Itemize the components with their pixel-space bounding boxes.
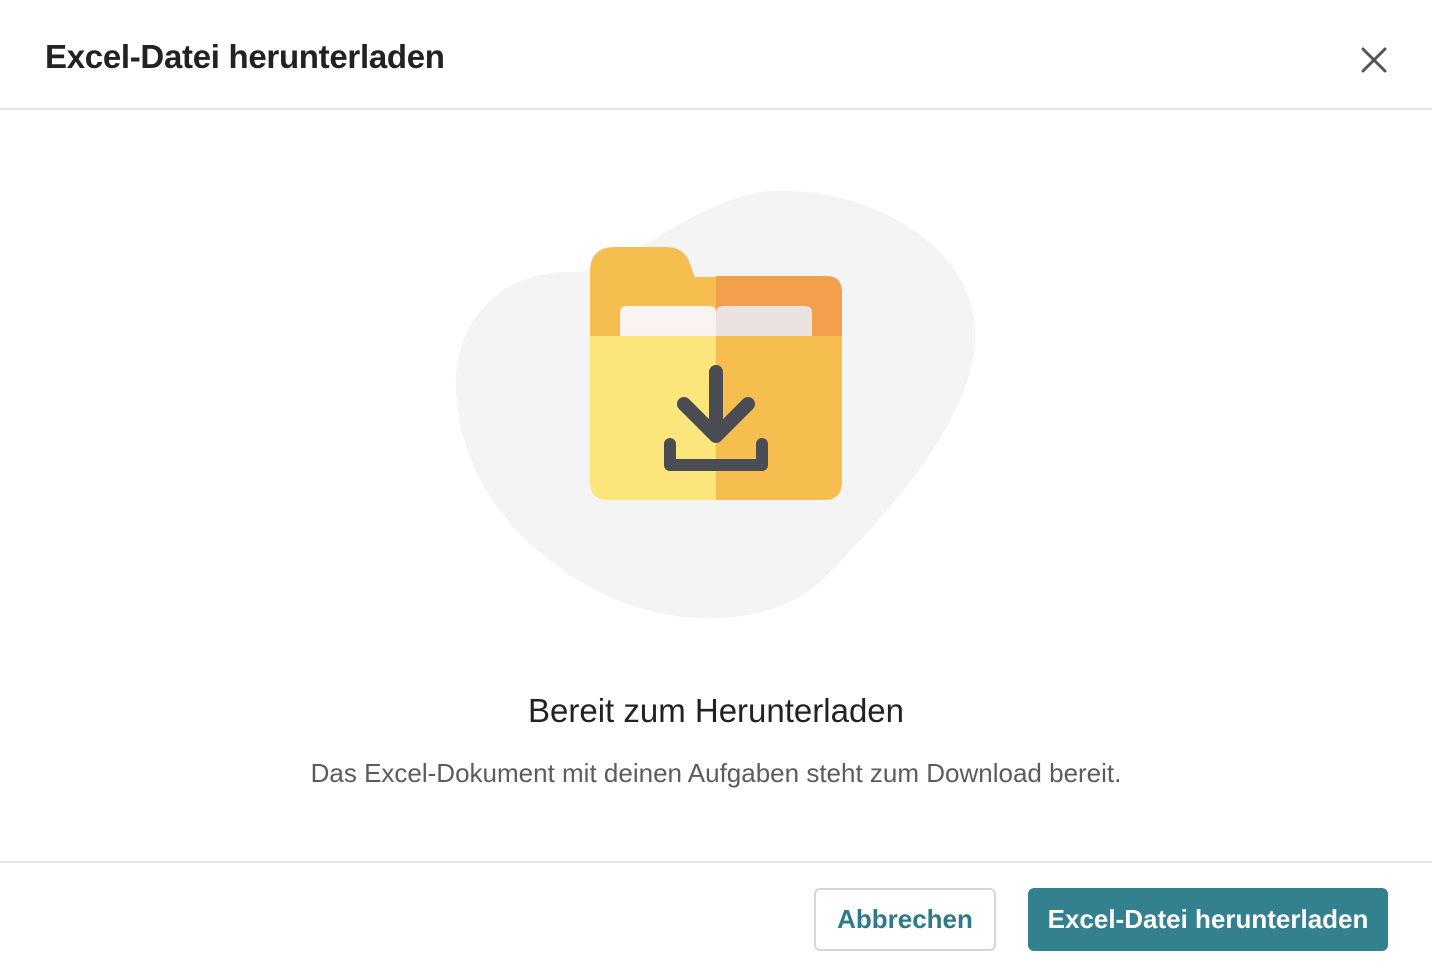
download-button[interactable]: Excel-Datei herunterladen xyxy=(1028,888,1388,951)
dialog-title: Excel-Datei herunterladen xyxy=(45,38,445,75)
dialog-header: Excel-Datei herunterladen xyxy=(0,0,1432,110)
folder-download-icon xyxy=(455,190,976,619)
cancel-button[interactable]: Abbrechen xyxy=(814,888,996,951)
download-dialog: Excel-Datei herunterladen Bereit zum Her… xyxy=(0,0,1432,972)
status-heading: Bereit zum Herunterladen xyxy=(527,692,905,729)
status-description: Das Excel-Dokument mit deinen Aufgaben s… xyxy=(310,758,1122,788)
dialog-footer: Abbrechen Excel-Datei herunterladen xyxy=(0,861,1432,972)
close-button[interactable] xyxy=(1352,38,1396,82)
dialog-body: Bereit zum Herunterladen Das Excel-Dokum… xyxy=(0,110,1432,862)
close-icon xyxy=(1361,47,1387,73)
